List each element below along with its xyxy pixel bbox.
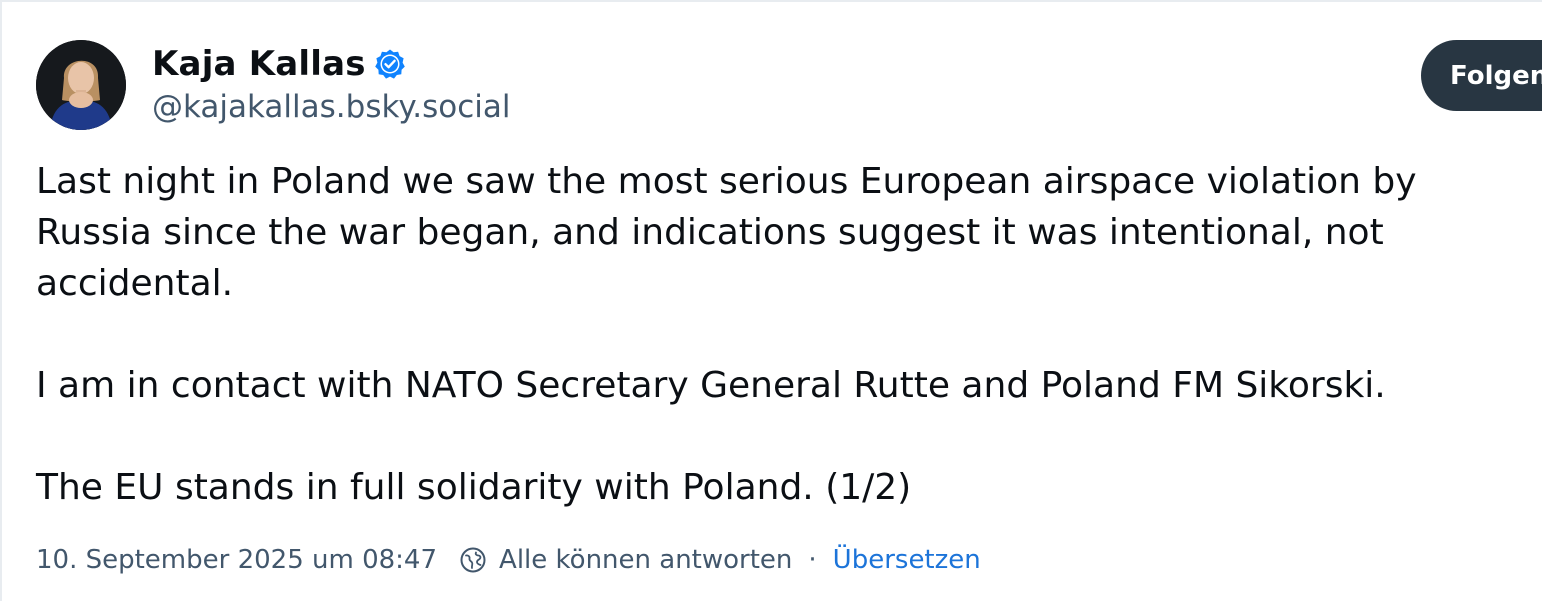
author-handle[interactable]: @kajakallas.bsky.social: [152, 89, 510, 125]
meta-separator: ·: [808, 545, 817, 575]
translate-link[interactable]: Übersetzen: [833, 545, 981, 575]
post-meta: 10. September 2025 um 08:47 Alle können …: [36, 540, 981, 580]
post-card: Kaja Kallas @kajakallas.bsky.social Folg…: [0, 0, 1542, 601]
reply-setting-label[interactable]: Alle können antworten: [499, 545, 792, 575]
post-body: Last night in Poland we saw the most ser…: [36, 156, 1516, 513]
verified-check-icon[interactable]: [374, 48, 406, 80]
author-name-row: Kaja Kallas: [152, 42, 406, 86]
author-display-name[interactable]: Kaja Kallas: [152, 44, 366, 84]
profile-photo: [36, 40, 126, 130]
author-avatar[interactable]: [36, 40, 126, 130]
post-paragraph: I am in contact with NATO Secretary Gene…: [36, 365, 1386, 406]
post-paragraph: The EU stands in full solidarity with Po…: [36, 467, 912, 508]
follow-button[interactable]: Folgen: [1421, 40, 1542, 111]
globe-reply-icon: [459, 546, 487, 574]
post-paragraph: Last night in Poland we saw the most ser…: [36, 161, 1417, 304]
post-timestamp[interactable]: 10. September 2025 um 08:47: [36, 545, 437, 575]
